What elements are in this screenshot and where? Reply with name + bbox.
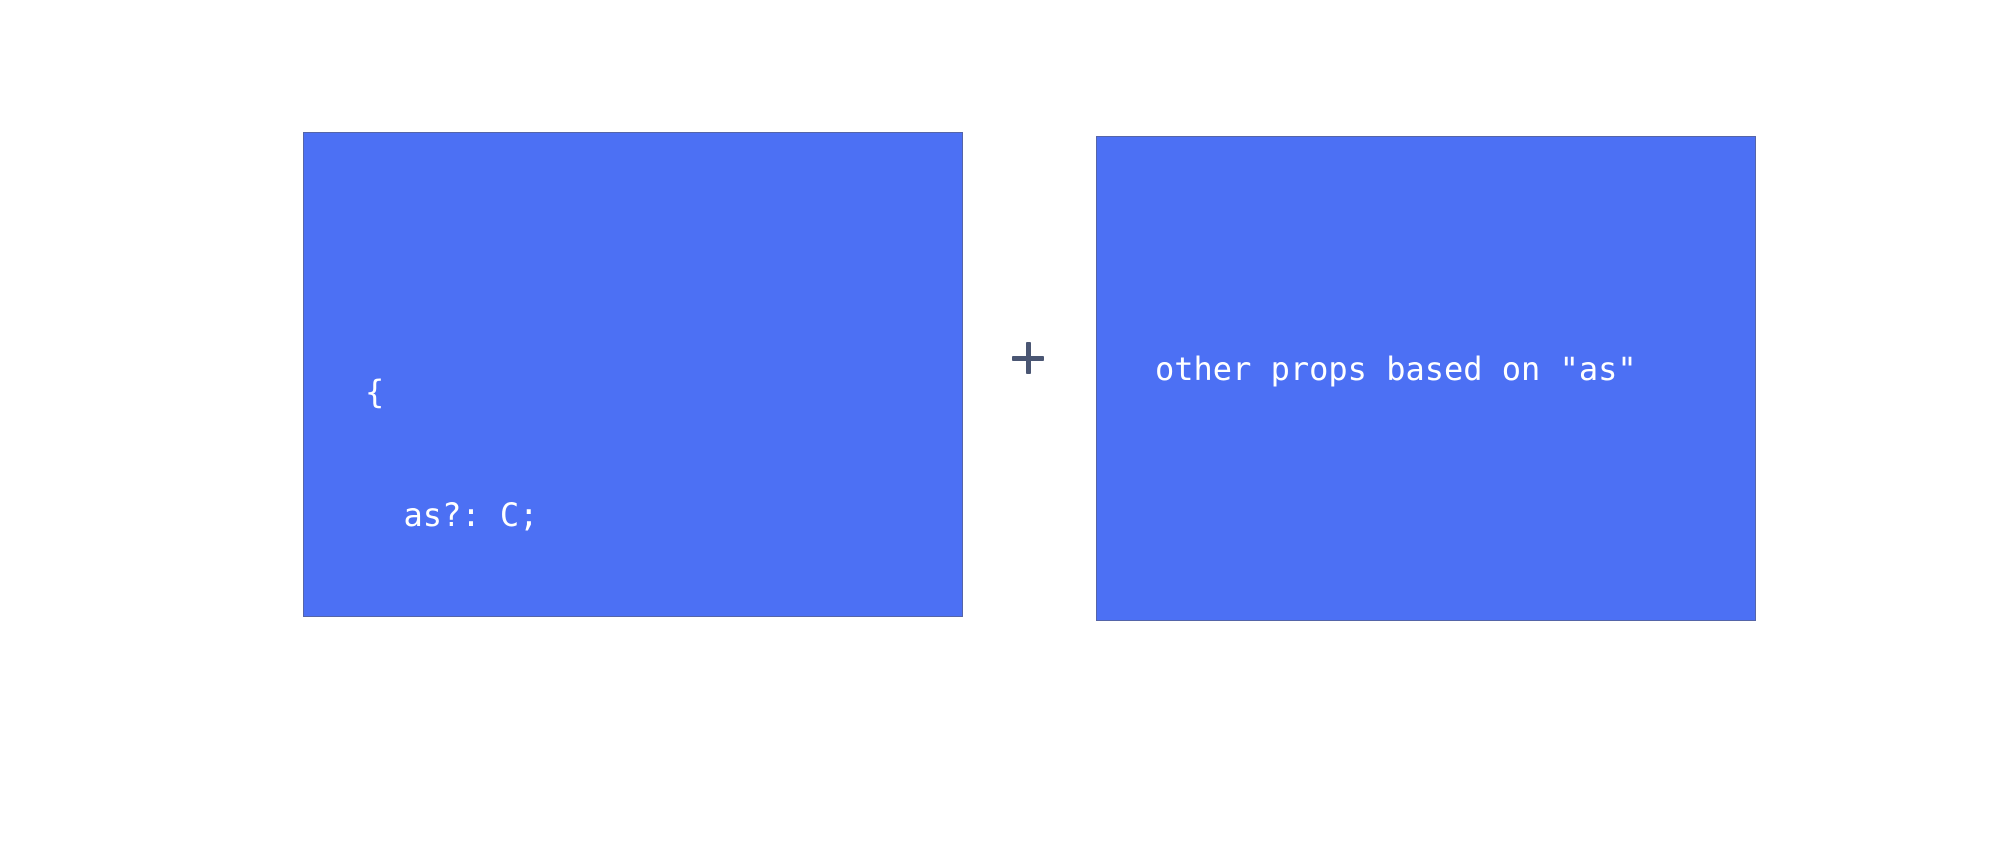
code-line-close-brace: }: [365, 742, 385, 780]
code-line-open-brace: {: [365, 373, 385, 411]
base-props-code: { as?: C; children: React.ReactNode; }: [365, 290, 904, 864]
code-line-as-prop: as?: C;: [365, 496, 539, 534]
base-props-box: { as?: C; children: React.ReactNode; }: [303, 132, 963, 780]
other-props-box: other props based on "as": [1096, 136, 1756, 621]
code-line-children-prop: children: React.ReactNode;: [365, 619, 905, 657]
plus-icon: [1010, 340, 1046, 376]
other-props-label: other props based on "as": [1155, 350, 1637, 388]
